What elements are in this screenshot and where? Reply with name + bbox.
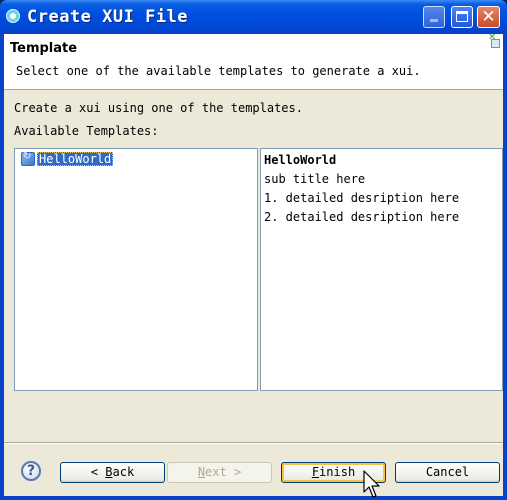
window-title: Create XUI File <box>27 7 189 27</box>
description-subtitle: sub title here <box>264 172 366 186</box>
available-templates-label: Available Templates: <box>14 124 159 138</box>
templates-list[interactable]: HelloWorld <box>14 148 258 391</box>
title-bar[interactable]: Create XUI File ✕ <box>0 0 507 34</box>
cancel-button[interactable]: Cancel <box>395 462 500 483</box>
description-title: HelloWorld <box>264 153 337 167</box>
dialog-window: Create XUI File ✕ Template Select one of… <box>0 0 507 500</box>
template-description-panel: HelloWorld sub title here 1. detailed de… <box>260 148 503 391</box>
page-description: Select one of the available templates to… <box>16 64 421 78</box>
wizard-header: Template Select one of the available tem… <box>4 33 503 90</box>
app-icon <box>6 9 20 23</box>
template-item-helloworld[interactable]: HelloWorld <box>21 151 114 167</box>
help-icon: ? <box>26 463 36 479</box>
page-title: Template <box>10 41 78 56</box>
new-file-wizard-icon: ✕ <box>488 33 500 48</box>
mouse-cursor-icon <box>363 470 380 498</box>
description-line: 1. detailed desription here <box>264 191 460 205</box>
template-icon <box>21 151 35 166</box>
intro-text: Create a xui using one of the templates. <box>14 101 303 115</box>
back-button[interactable]: < Back <box>60 462 165 483</box>
next-button[interactable]: Next > <box>167 462 272 483</box>
dialog-client-area: Template Select one of the available tem… <box>4 33 503 496</box>
minimize-button[interactable] <box>423 6 445 28</box>
footer-separator <box>4 442 503 444</box>
template-item-label: HelloWorld <box>37 152 114 166</box>
close-button[interactable]: ✕ <box>477 6 500 28</box>
maximize-button[interactable] <box>451 6 473 28</box>
help-button[interactable]: ? <box>21 461 41 481</box>
close-icon: ✕ <box>481 7 496 27</box>
description-line: 2. detailed desription here <box>264 210 460 224</box>
